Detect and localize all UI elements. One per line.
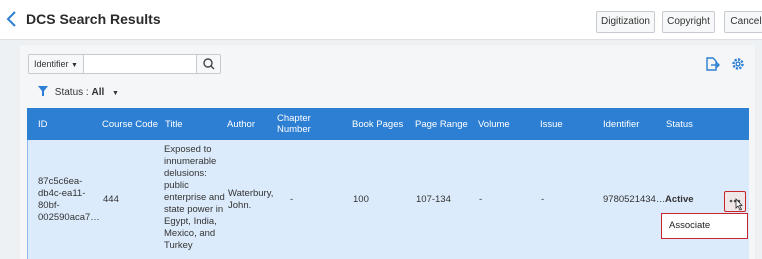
copyright-button[interactable]: Copyright: [662, 11, 715, 33]
dcs-search-results-page: DCS Search Results Digitization Copyrigh…: [0, 0, 762, 259]
row-actions-icon: [729, 197, 743, 211]
cell-status: Active: [665, 193, 694, 205]
cell-course-code: 444: [103, 193, 119, 205]
search-icon: [203, 58, 215, 70]
caret-down-icon: ▼: [112, 90, 119, 97]
cell-author: Waterbury, John.: [228, 187, 274, 211]
table-row[interactable]: 87c5c6ea-db4c-ea11-80bf-002590aca7… 444 …: [27, 140, 749, 259]
table-header: ID Course Code Title Author Chapter Numb…: [27, 108, 749, 140]
associate-menu-item[interactable]: Associate: [661, 213, 748, 239]
page-header: DCS Search Results Digitization Copyrigh…: [0, 0, 762, 40]
status-filter[interactable]: Status : All ▼: [38, 86, 119, 98]
cell-chapter-number: -: [290, 193, 294, 205]
column-header-status[interactable]: Status: [666, 108, 693, 140]
search-type-dropdown[interactable]: Identifier ▼: [29, 55, 84, 73]
column-header-chapter-number[interactable]: Chapter Number: [277, 108, 323, 140]
search-button[interactable]: [196, 55, 220, 73]
cell-book-pages: 100: [353, 193, 369, 205]
column-header-page-range[interactable]: Page Range: [415, 108, 468, 140]
column-header-volume[interactable]: Volume: [478, 108, 510, 140]
column-header-author[interactable]: Author: [227, 108, 255, 140]
status-filter-label: Status :: [54, 87, 89, 98]
gear-icon[interactable]: [730, 56, 746, 72]
digitization-button[interactable]: Digitization: [596, 11, 655, 33]
cell-issue: -: [541, 193, 545, 205]
cancel-button[interactable]: Cancel: [724, 11, 762, 33]
column-header-course-code[interactable]: Course Code: [102, 108, 158, 140]
back-arrow-icon[interactable]: [5, 9, 19, 29]
column-header-identifier[interactable]: Identifier: [603, 108, 639, 140]
column-header-issue[interactable]: Issue: [540, 108, 563, 140]
search-type-label: Identifier: [34, 59, 69, 69]
cell-volume: -: [479, 193, 483, 205]
filter-icon: [38, 86, 48, 96]
column-header-id[interactable]: ID: [38, 108, 48, 140]
cell-title: Exposed to innumerable delusions: public…: [164, 144, 225, 251]
column-header-title[interactable]: Title: [165, 108, 183, 140]
search-input[interactable]: [85, 55, 197, 73]
export-icon[interactable]: [704, 56, 720, 72]
column-header-book-pages[interactable]: Book Pages: [352, 108, 403, 140]
search-bar: Identifier ▼: [28, 54, 221, 74]
row-actions-button[interactable]: [724, 191, 746, 212]
cell-page-range: 107-134: [416, 193, 451, 205]
cell-id: 87c5c6ea-db4c-ea11-80bf-002590aca7…: [38, 175, 100, 223]
caret-down-icon: ▼: [71, 62, 78, 69]
page-title: DCS Search Results: [26, 11, 161, 27]
cell-identifier: 9780521434…: [603, 193, 666, 205]
status-filter-value: All: [91, 87, 105, 98]
